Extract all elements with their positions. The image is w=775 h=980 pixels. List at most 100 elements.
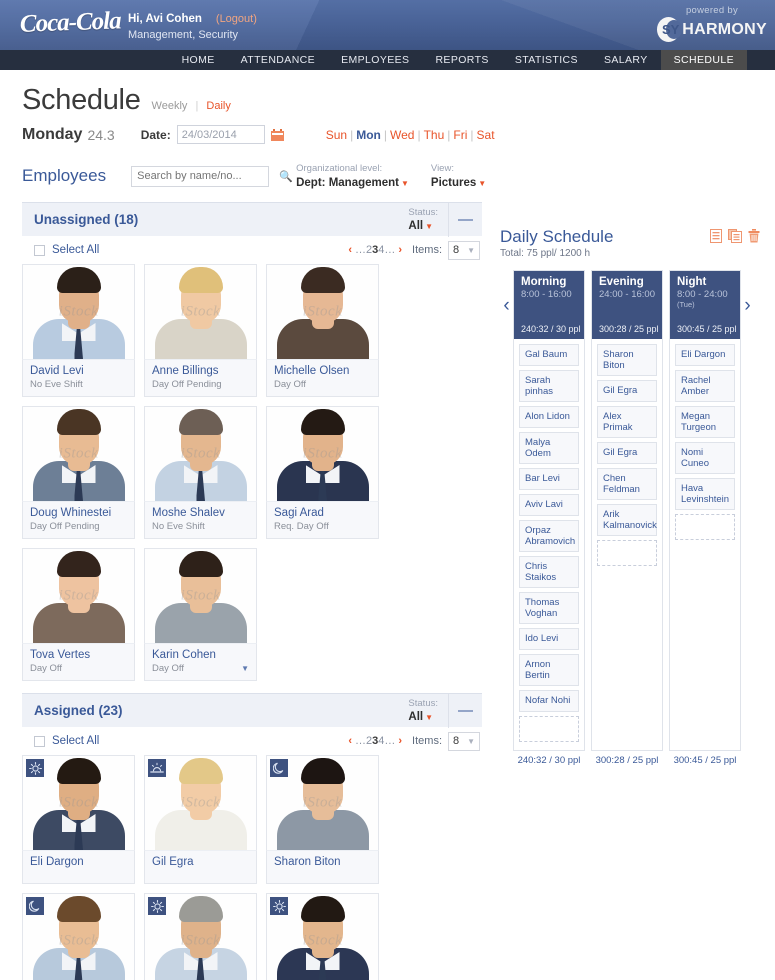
employee-card[interactable]: iStock Moshe Shalev No Eve Shift (144, 406, 257, 539)
items-per-page-select[interactable]: 8 ▼ (448, 240, 480, 260)
assigned-select-all-label[interactable]: Select All (52, 735, 345, 747)
pager-prev[interactable]: ‹ (348, 735, 352, 747)
shift-employee-chip[interactable]: Bar Levi (519, 468, 579, 490)
employee-photo: iStock (266, 755, 379, 850)
calendar-icon[interactable] (270, 128, 284, 141)
items-value: 8 (453, 244, 460, 256)
search-box[interactable]: 🔍 (131, 165, 293, 187)
photo-watermark: iStock (58, 445, 99, 462)
employee-card[interactable]: iStock Sagi Arad Req. Day Off (266, 406, 379, 539)
employee-status: Day Off Pending (152, 379, 222, 390)
shift-employee-chip[interactable]: Alex Primak (597, 406, 657, 438)
shift-employee-chip[interactable]: Sharon Biton (597, 344, 657, 376)
nav-item-attendance[interactable]: ATTENDANCE (228, 50, 328, 70)
logout-link[interactable]: (Logout) (216, 13, 257, 25)
search-input[interactable] (137, 170, 280, 182)
chevron-down-icon[interactable]: ▼ (241, 664, 249, 673)
shift-employee-chip[interactable]: Eli Dargon (675, 344, 735, 366)
items-per-page-select[interactable]: 8 ▼ (448, 731, 480, 751)
nav-item-salary[interactable]: SALARY (591, 50, 661, 70)
shift-employee-chip[interactable]: Chris Staikos (519, 556, 579, 588)
assigned-status-filter[interactable]: Status: All ▼ (408, 698, 448, 724)
search-icon[interactable]: 🔍 (279, 170, 293, 183)
shift-employee-chip[interactable]: Arnon Bertin (519, 654, 579, 686)
pager-next[interactable]: › (398, 244, 402, 256)
employee-card[interactable]: iStock Sharon Biton (266, 755, 379, 884)
view-selector[interactable]: View: Pictures ▼ (431, 162, 486, 190)
shift-column-header[interactable]: Night 8:00 - 24:00 (Tue) 300:45 / 25 ppl (670, 271, 740, 339)
nav-item-schedule[interactable]: SCHEDULE (660, 50, 747, 70)
shift-drop-slot[interactable] (597, 540, 657, 566)
chevron-down-icon[interactable]: ▼ (478, 179, 486, 188)
employee-card[interactable]: iStock Gil Egra (144, 755, 257, 884)
date-input[interactable] (176, 125, 265, 144)
weekday-sat[interactable]: Sat (477, 128, 495, 142)
shift-drop-slot[interactable] (675, 514, 735, 540)
employee-card[interactable]: iStockSarah Pinhas (22, 893, 135, 980)
trash-icon[interactable] (748, 229, 760, 248)
employee-card[interactable]: iStock Tova Vertes Day Off (22, 548, 135, 681)
shift-employee-chip[interactable]: Rachel Amber (675, 370, 735, 402)
assigned-select-all-checkbox[interactable] (34, 735, 45, 747)
shift-employee-chip[interactable]: Hava Levinshtein (675, 478, 735, 510)
shift-employee-chip[interactable]: Megan Turgeon (675, 406, 735, 438)
shift-employee-chip[interactable]: Gal Baum (519, 344, 579, 366)
pager-dots-left[interactable]: …2 (355, 244, 372, 256)
shift-prev-button[interactable]: ‹ (500, 270, 513, 317)
employee-card[interactable]: iStock Karin Cohen Day Off ▼ (144, 548, 257, 681)
pager-next[interactable]: › (398, 735, 402, 747)
shift-employee-chip[interactable]: Arik Kalmanovick (597, 504, 657, 536)
document-icon[interactable] (710, 229, 722, 248)
shift-employee-chip[interactable]: Thomas Voghan (519, 592, 579, 624)
unassigned-status-filter[interactable]: Status: All ▼ (408, 207, 448, 233)
shift-next-button[interactable]: › (741, 270, 754, 317)
shift-column-header[interactable]: Morning 8:00 - 16:00 240:32 / 30 ppl (514, 271, 584, 339)
employee-card[interactable]: iStock Eli Dargon (22, 755, 135, 884)
employee-card[interactable]: iStock Doug Whinestei Day Off Pending (22, 406, 135, 539)
chevron-down-icon[interactable]: ▼ (425, 713, 433, 722)
org-level-selector[interactable]: Organizational level: Dept: Management ▼ (296, 162, 409, 190)
shift-employee-chip[interactable]: Nofar Nohi (519, 690, 579, 712)
shift-employee-chip[interactable]: Ido Levi (519, 628, 579, 650)
weekday-mon[interactable]: Mon (356, 128, 381, 142)
unassigned-select-all-label[interactable]: Select All (52, 244, 345, 256)
nav-item-reports[interactable]: REPORTS (422, 50, 501, 70)
shift-employee-chip[interactable]: Gil Egra (597, 442, 657, 464)
weekday-sun[interactable]: Sun (326, 128, 347, 142)
shift-column-header[interactable]: Evening 24:00 - 16:00 300:28 / 25 ppl (592, 271, 662, 339)
shift-employee-chip[interactable]: Nomi Cuneo (675, 442, 735, 474)
employee-card[interactable]: iStockAlon LidorDay Off Pending (266, 893, 379, 980)
pager-dots-left[interactable]: …2 (355, 735, 372, 747)
pager-prev[interactable]: ‹ (348, 244, 352, 256)
assigned-collapse-button[interactable]: — (448, 693, 482, 728)
shift-employee-chip[interactable]: Aviv Lavi (519, 494, 579, 516)
shift-employee-chip[interactable]: Orpaz Abramovich (519, 520, 579, 552)
shift-drop-slot[interactable] (519, 716, 579, 742)
employee-card[interactable]: iStock Michelle Olsen Day Off (266, 264, 379, 397)
shift-employee-chip[interactable]: Sarah pinhas (519, 370, 579, 402)
shift-employee-chip[interactable]: Malya Odem (519, 432, 579, 464)
view-weekly-link[interactable]: Weekly (152, 100, 188, 112)
weekday-wed[interactable]: Wed (390, 128, 414, 142)
employee-card[interactable]: iStock Anne Billings Day Off Pending (144, 264, 257, 397)
pager-next-page[interactable]: 4… (378, 735, 395, 747)
unassigned-select-all-checkbox[interactable] (34, 244, 45, 256)
weekday-fri[interactable]: Fri (453, 128, 467, 142)
shift-employee-chip[interactable]: Alon Lidon (519, 406, 579, 428)
nav-item-home[interactable]: HOME (169, 50, 228, 70)
unassigned-collapse-button[interactable]: — (448, 202, 482, 237)
employee-card[interactable]: iStockDalya Odem (144, 893, 257, 980)
chevron-down-icon: ▼ (467, 736, 475, 746)
nav-item-employees[interactable]: EMPLOYEES (328, 50, 422, 70)
weekday-thu[interactable]: Thu (424, 128, 445, 142)
shift-employee-chip[interactable]: Chen Feldman (597, 468, 657, 500)
chevron-down-icon[interactable]: ▼ (425, 222, 433, 231)
nav-item-statistics[interactable]: STATISTICS (502, 50, 591, 70)
chevron-down-icon[interactable]: ▼ (401, 179, 409, 188)
copy-icon[interactable] (728, 229, 742, 248)
shift-column-footer-total: 300:45 / 25 ppl (673, 755, 737, 766)
shift-employee-chip[interactable]: Gil Egra (597, 380, 657, 402)
view-daily-link[interactable]: Daily (206, 100, 230, 112)
pager-next-page[interactable]: 4… (378, 244, 395, 256)
employee-card[interactable]: iStock David Levi No Eve Shift (22, 264, 135, 397)
